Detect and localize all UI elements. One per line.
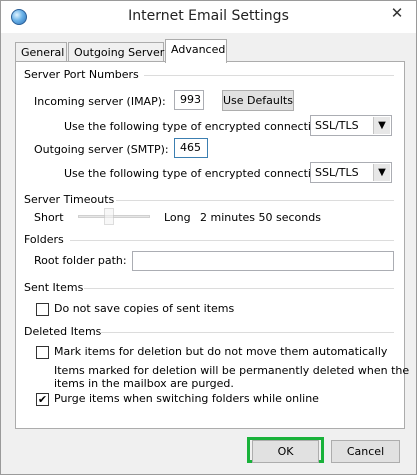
purge-items-label[interactable]: Purge items when switching folders while… <box>54 392 319 405</box>
outgoing-server-label: Outgoing server (SMTP): <box>34 143 169 156</box>
incoming-port-input[interactable]: 993 <box>174 90 204 110</box>
tab-advanced[interactable]: Advanced <box>165 39 227 63</box>
outgoing-encryption-label: Use the following type of encrypted conn… <box>64 167 329 180</box>
outgoing-port-input[interactable]: 465 <box>174 138 208 158</box>
timeouts-heading: Server Timeouts <box>24 193 115 206</box>
deleted-items-heading: Deleted Items <box>24 325 102 338</box>
timeout-short-label: Short <box>34 211 64 224</box>
section-divider <box>116 200 394 201</box>
timeout-slider[interactable] <box>78 208 150 225</box>
mark-for-deletion-checkbox[interactable] <box>36 346 49 359</box>
deletion-note-line1: Items marked for deletion will be perman… <box>54 364 410 377</box>
section-divider <box>100 332 394 333</box>
section-divider <box>70 240 394 241</box>
timeout-long-label: Long <box>164 211 191 224</box>
dialog-window: Internet Email Settings ✕ General Outgoi… <box>0 0 417 475</box>
close-button[interactable]: ✕ <box>380 2 414 24</box>
chevron-down-icon[interactable]: ▼ <box>373 164 390 181</box>
mark-for-deletion-label[interactable]: Mark items for deletion but do not move … <box>54 345 387 358</box>
section-divider <box>84 288 394 289</box>
outgoing-encryption-select[interactable]: SSL/TLS ▼ <box>310 162 392 183</box>
outgoing-encryption-value: SSL/TLS <box>315 166 359 179</box>
timeout-slider-thumb[interactable] <box>104 208 114 225</box>
title-bar[interactable]: Internet Email Settings ✕ <box>1 1 416 33</box>
section-divider <box>144 75 394 76</box>
ok-button[interactable]: OK <box>252 440 319 463</box>
deletion-note-line2: items in the mailbox are purged. <box>54 377 234 390</box>
root-folder-label: Root folder path: <box>34 254 127 267</box>
incoming-encryption-label: Use the following type of encrypted conn… <box>64 120 329 133</box>
incoming-encryption-select[interactable]: SSL/TLS ▼ <box>310 115 392 136</box>
server-ports-heading: Server Port Numbers <box>24 68 139 81</box>
tab-outgoing-server[interactable]: Outgoing Server <box>68 42 164 62</box>
purge-items-checkbox[interactable]: ✔ <box>36 393 49 406</box>
incoming-server-label: Incoming server (IMAP): <box>34 95 166 108</box>
use-defaults-button[interactable]: Use Defaults <box>222 90 294 111</box>
incoming-encryption-value: SSL/TLS <box>315 119 359 132</box>
tab-general[interactable]: General <box>15 42 67 62</box>
no-copies-checkbox[interactable] <box>36 303 49 316</box>
timeout-value: 2 minutes 50 seconds <box>200 211 321 224</box>
sent-items-heading: Sent Items <box>24 281 84 294</box>
root-folder-input[interactable] <box>132 251 394 271</box>
folders-heading: Folders <box>24 233 64 246</box>
cancel-button[interactable]: Cancel <box>331 440 400 463</box>
no-copies-label[interactable]: Do not save copies of sent items <box>54 302 234 315</box>
advanced-panel: Server Port Numbers Incoming server (IMA… <box>15 61 409 429</box>
checkmark-icon: ✔ <box>37 393 48 406</box>
window-title: Internet Email Settings <box>128 8 289 24</box>
chevron-down-icon[interactable]: ▼ <box>373 117 390 134</box>
